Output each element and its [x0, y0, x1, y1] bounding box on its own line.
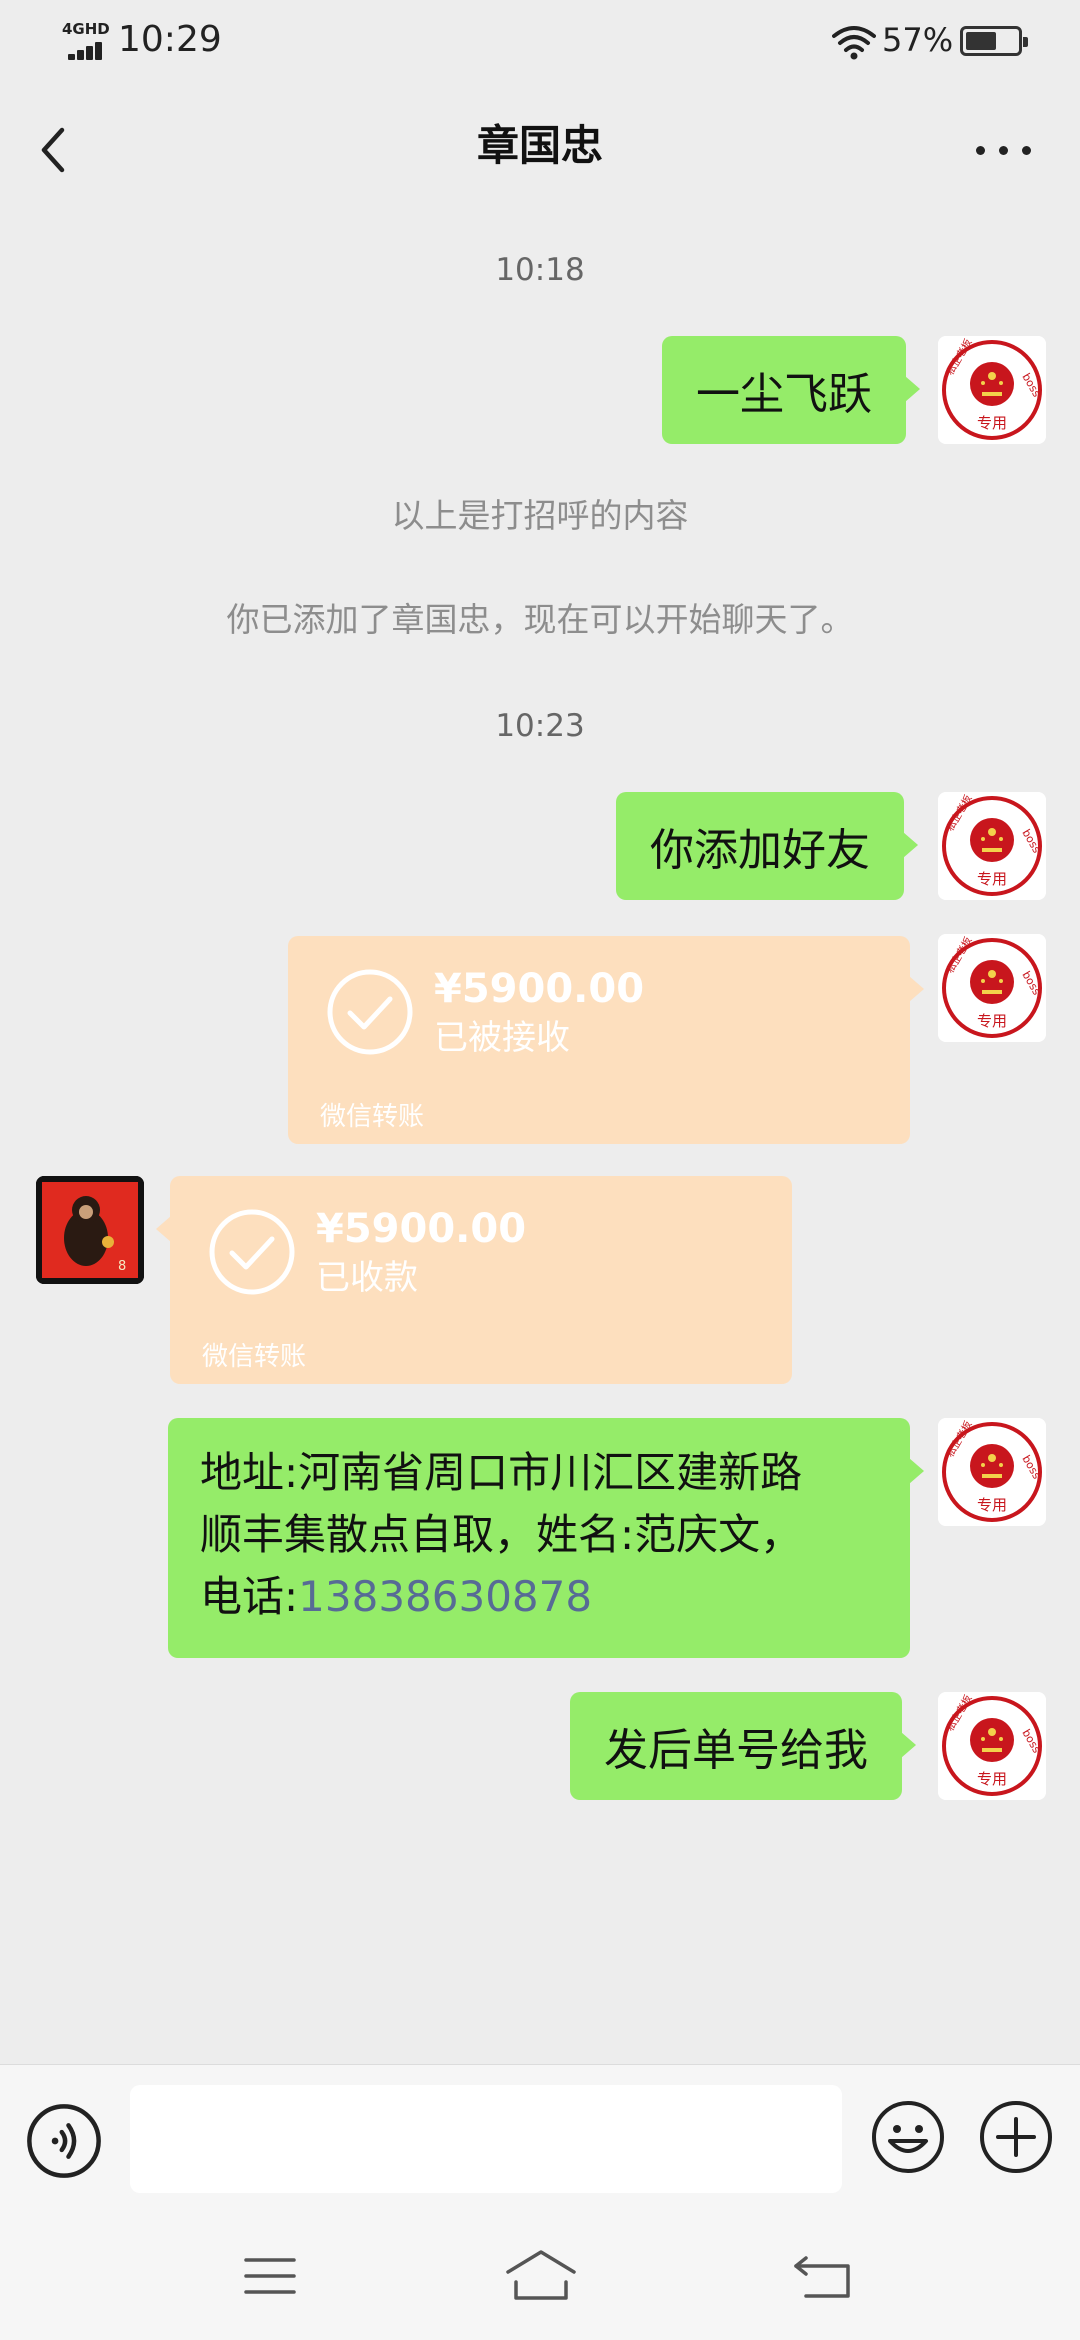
- phone-label: 电话:: [200, 1572, 299, 1621]
- stamp-avatar-image: 专用 boss 私企老板: [938, 1692, 1046, 1800]
- back-nav-icon[interactable]: [792, 2252, 854, 2300]
- plus-icon[interactable]: [978, 2099, 1054, 2175]
- svg-text:专用: 专用: [977, 1496, 1007, 1514]
- stamp-avatar-image: 专用 boss 私企老板: [938, 336, 1046, 444]
- voice-input-icon[interactable]: [26, 2103, 102, 2179]
- battery-percent: 57%: [882, 21, 954, 59]
- transfer-source: 微信转账: [320, 1102, 425, 1132]
- sent-message-bubble[interactable]: 你添加好友: [616, 792, 918, 900]
- transfer-card-received[interactable]: ¥5900.00 已收款 微信转账: [156, 1176, 792, 1384]
- sent-message-bubble[interactable]: 发后单号给我: [570, 1692, 916, 1800]
- cellular-signal-icon: 4GHD: [62, 22, 110, 60]
- phone-link[interactable]: 13838630878: [298, 1572, 592, 1621]
- stamp-avatar-image: 专用 boss 私企老板: [938, 1418, 1046, 1526]
- sent-address-message[interactable]: 地址:河南省周口市川汇区建新路 顺丰集散点自取，姓名:范庆文， 电话:13838…: [168, 1418, 924, 1658]
- stamp-avatar-image: 专用 boss 私企老板: [938, 792, 1046, 900]
- status-time: 10:29: [118, 19, 222, 60]
- transfer-source: 微信转账: [202, 1342, 307, 1372]
- message-text-input[interactable]: [130, 2085, 842, 2193]
- timestamp: 10:18: [495, 252, 585, 288]
- chat-title: 章国忠: [476, 121, 603, 170]
- avatar[interactable]: 专用 boss 私企老板: [938, 1418, 1046, 1526]
- avatar[interactable]: 专用 boss 私企老板: [938, 1692, 1046, 1800]
- address-line: 顺丰集散点自取，姓名:范庆文，: [200, 1510, 803, 1559]
- emoji-icon[interactable]: [870, 2099, 946, 2175]
- stamp-avatar-image: 专用 boss 私企老板: [938, 934, 1046, 1042]
- avatar[interactable]: 专用 boss 私企老板: [938, 336, 1046, 444]
- transfer-card-sent[interactable]: ¥5900.00 已被接收 微信转账: [288, 936, 924, 1144]
- check-circle-icon: [209, 1209, 295, 1295]
- transfer-status: 已被接收: [434, 1018, 570, 1058]
- menu-icon[interactable]: [244, 2256, 296, 2296]
- address-line: 地址:河南省周口市川汇区建新路: [200, 1448, 803, 1497]
- system-notice: 你已添加了章国忠，现在可以开始聊天了。: [226, 600, 854, 639]
- input-bar: [0, 2064, 1080, 2212]
- svg-text:专用: 专用: [977, 1012, 1007, 1030]
- svg-text:专用: 专用: [977, 1770, 1007, 1788]
- address-line: 电话:13838630878: [200, 1566, 878, 1628]
- battery-icon: [960, 26, 1028, 56]
- wifi-icon: [832, 26, 876, 60]
- chat-header: 章国忠: [0, 80, 1080, 212]
- contact-avatar[interactable]: 8: [36, 1176, 144, 1284]
- svg-text:8: 8: [118, 1259, 126, 1274]
- transfer-amount: ¥5900.00: [316, 1206, 527, 1252]
- sent-message-bubble[interactable]: 一尘飞跃: [662, 336, 920, 444]
- system-navigation-bar: [0, 2212, 1080, 2340]
- home-icon[interactable]: [504, 2248, 578, 2302]
- check-circle-icon: [327, 969, 413, 1055]
- transfer-amount: ¥5900.00: [434, 966, 645, 1012]
- avatar[interactable]: 专用 boss 私企老板: [938, 934, 1046, 1042]
- timestamp: 10:23: [495, 708, 585, 744]
- status-bar: 4GHD 10:29 57%: [0, 0, 1080, 80]
- avatar[interactable]: 专用 boss 私企老板: [938, 792, 1046, 900]
- svg-text:专用: 专用: [977, 870, 1007, 888]
- network-type-label: 4GHD: [62, 20, 110, 38]
- monkey-stamp-avatar-image: 8: [36, 1176, 144, 1284]
- more-options-icon[interactable]: [972, 130, 1036, 170]
- system-notice: 以上是打招呼的内容: [391, 496, 689, 535]
- transfer-status: 已收款: [316, 1258, 418, 1298]
- svg-text:专用: 专用: [977, 414, 1007, 432]
